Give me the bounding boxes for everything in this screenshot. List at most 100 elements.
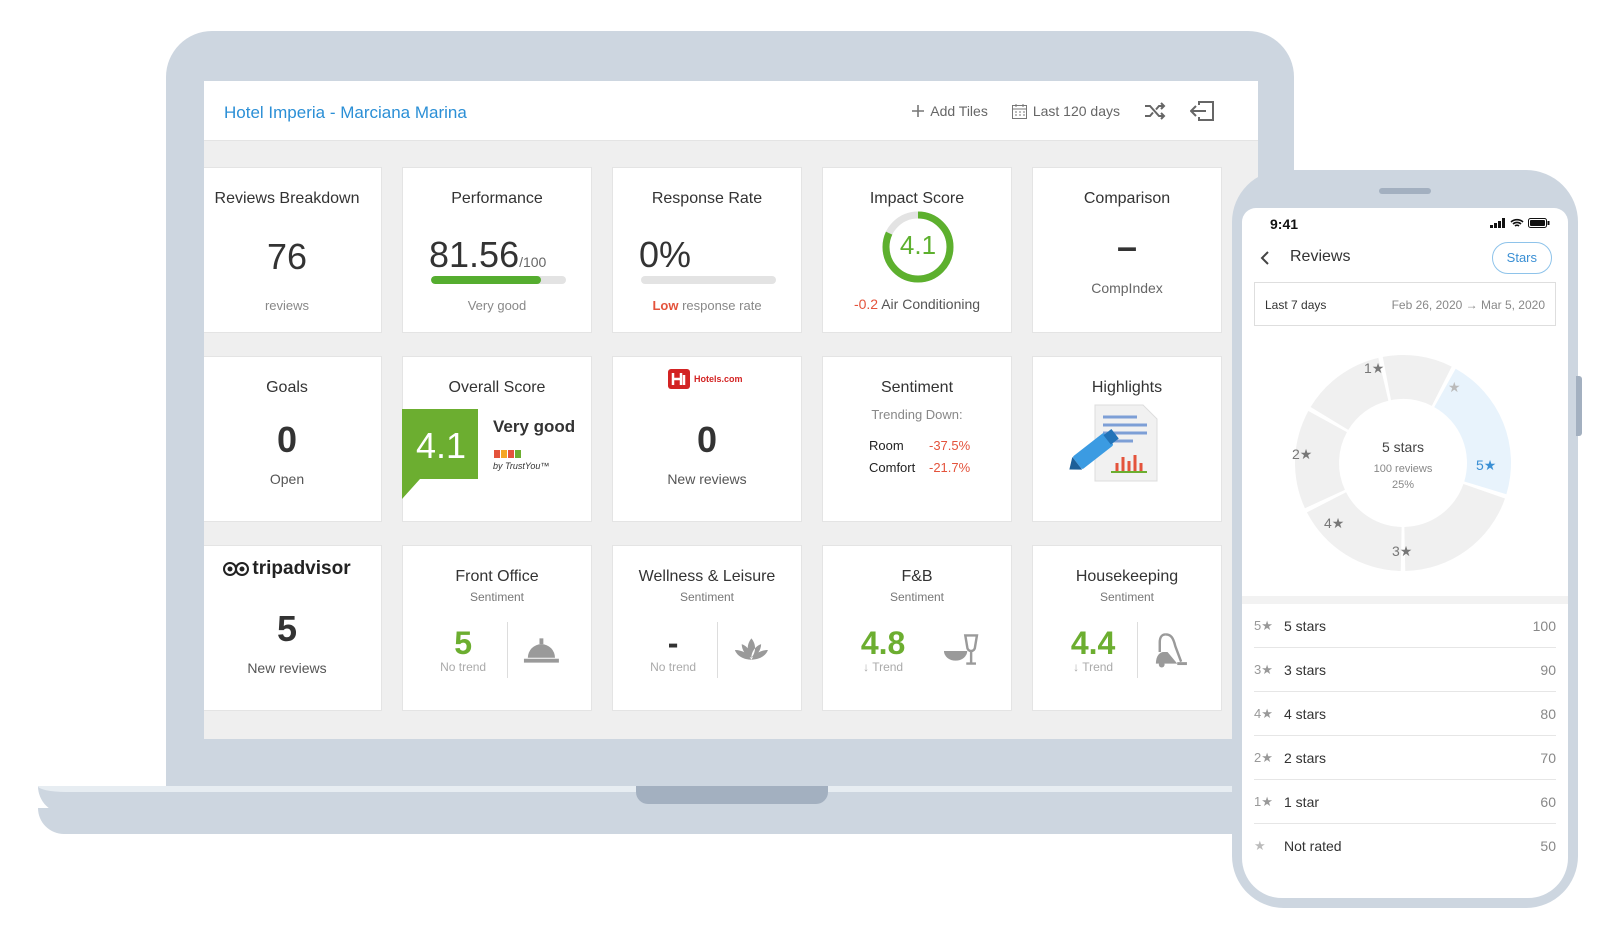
tile-performance[interactable]: Performance 81.56/100 Very good (402, 167, 592, 333)
rating-donut-chart[interactable]: 1★ ★ 5★ 3★ 4★ 2★ 5 stars 100 reviews 25% (1278, 338, 1528, 588)
trustyou-logo-icon (494, 450, 521, 458)
impact-score-caption: -0.2 Air Conditioning (823, 296, 1011, 312)
add-tiles-label: Add Tiles (930, 103, 988, 119)
housekeeping-trend: ↓ Trend (1063, 660, 1123, 674)
sentiment-subtitle: Trending Down: (871, 407, 963, 422)
tile-title: Highlights (1091, 379, 1163, 396)
segment-5-star[interactable] (1434, 368, 1511, 495)
response-rate-text: response rate (682, 298, 762, 313)
vacuum-cleaner-icon (1156, 633, 1188, 668)
tile-overall-score[interactable]: Overall Score 4.1 Very good by TrustYou™ (402, 356, 592, 522)
status-time: 9:41 (1270, 216, 1299, 232)
date-range-button[interactable]: Last 120 days (1011, 103, 1120, 119)
rating-count: 100 (1532, 618, 1556, 634)
tile-sentiment[interactable]: Sentiment Trending Down: Room -37.5% Comf… (822, 356, 1012, 522)
donut-label-5: 5★ (1476, 457, 1496, 473)
phone-separator (1242, 596, 1568, 604)
phone-screen: 9:41 Reviews Stars Last 7 days Feb 26, 2… (1242, 208, 1568, 898)
calendar-icon (1011, 103, 1027, 119)
tile-tripadvisor[interactable]: tripadvisor 5 New reviews (204, 545, 382, 711)
tripadvisor-logo: tripadvisor (204, 558, 381, 580)
housekeeping-value: 4.4 (1070, 625, 1116, 661)
period-selector[interactable]: Last 7 days Feb 26, 2020 → Mar 5, 2020 (1254, 282, 1556, 326)
divider (507, 622, 509, 678)
date-range-label: Last 120 days (1032, 103, 1120, 119)
tile-impact-score[interactable]: Impact Score 4.1 -0.2 Air Conditioning (822, 167, 1012, 333)
add-tiles-button[interactable]: Add Tiles (912, 103, 988, 119)
trend-down-arrow: ↓ (863, 660, 873, 674)
sentiment-row-value: -21.7% (929, 460, 971, 475)
tile-title: Front Office (455, 568, 539, 585)
segment-3-star[interactable] (1404, 484, 1505, 571)
comparison-caption: CompIndex (1091, 280, 1163, 296)
tile-title: Performance (451, 190, 543, 207)
tile-housekeeping[interactable]: Housekeeping Sentiment 4.4 ↓ Trend (1032, 545, 1222, 711)
tile-goals[interactable]: Goals 0 Open (204, 356, 382, 522)
tile-subtitle: Sentiment (679, 590, 735, 604)
tile-highlights[interactable]: Highlights (1032, 356, 1222, 522)
segment-4-star[interactable] (1306, 492, 1402, 571)
rating-label: 1 star (1284, 794, 1320, 810)
tile-fnb[interactable]: F&B Sentiment 4.8 ↓ Trend (822, 545, 1012, 711)
shuffle-icon[interactable] (1144, 102, 1166, 120)
fnb-trend-label: Trend (872, 660, 904, 674)
impact-topic: Air Conditioning (881, 296, 981, 312)
tile-title: F&B (901, 568, 933, 585)
tripadvisor-owl-icon (223, 562, 250, 576)
rating-label: 5 stars (1284, 618, 1327, 634)
front-office-value: 5 (454, 625, 472, 661)
donut-label-2: 2★ (1292, 446, 1312, 462)
rating-key: 2★ (1254, 750, 1273, 765)
stars-filter-button[interactable]: Stars (1491, 242, 1552, 274)
hotel-title[interactable]: Hotel Imperia - Marciana Marina (224, 103, 467, 123)
trend-down-arrow: ↓ (1073, 660, 1083, 674)
status-icons (1490, 218, 1550, 228)
tile-hotels-com[interactable]: Hotels.com 0 New reviews (612, 356, 802, 522)
rating-count: 70 (1540, 750, 1556, 766)
status-bar: 9:41 (1242, 208, 1568, 238)
divider (1137, 622, 1139, 678)
fnb-trend: ↓ Trend (853, 660, 913, 674)
rating-row-2[interactable]: 2★ 2 stars 70 (1254, 736, 1556, 780)
rating-row-1[interactable]: 1★ 1 star 60 (1254, 780, 1556, 824)
phone-side-button (1576, 376, 1582, 436)
tile-comparison[interactable]: Comparison – CompIndex (1032, 167, 1222, 333)
tile-response-rate[interactable]: Response Rate 0% Low response rate (612, 167, 802, 333)
tile-title: Reviews Breakdown (214, 190, 360, 207)
rating-row-not-rated[interactable]: ★ Not rated 50 (1254, 824, 1556, 868)
dashboard-topbar: Hotel Imperia - Marciana Marina Add Tile… (204, 81, 1258, 141)
lotus-icon (735, 638, 769, 660)
tile-subtitle: Sentiment (1099, 590, 1155, 604)
wifi-icon (1510, 218, 1524, 227)
performance-progress (431, 276, 566, 284)
top-actions: Add Tiles Last 120 days (912, 101, 1214, 121)
rating-row-3[interactable]: 3★ 3 stars 90 (1254, 648, 1556, 692)
donut-label-4: 4★ (1324, 515, 1344, 531)
housekeeping-score: 4.4 ↓ Trend (1063, 622, 1191, 678)
rating-count: 60 (1540, 794, 1556, 810)
divider (717, 622, 719, 678)
donut-label-3: 3★ (1392, 543, 1412, 559)
tile-front-office[interactable]: Front Office Sentiment 5 No trend (402, 545, 592, 711)
rating-row-4[interactable]: 4★ 4 stars 80 (1254, 692, 1556, 736)
logout-icon[interactable] (1190, 101, 1214, 121)
phone-title: Reviews (1290, 248, 1351, 265)
wellness-trend: No trend (650, 660, 697, 674)
fnb-value: 4.8 (860, 625, 906, 661)
donut-center-title: 5 stars (1382, 439, 1424, 455)
tile-title: Response Rate (651, 190, 763, 207)
reviews-caption: reviews (264, 298, 310, 313)
front-office-left: 5 No trend (433, 626, 493, 674)
sentiment-row: Comfort -21.7% (869, 457, 970, 479)
tile-reviews-breakdown[interactable]: Reviews Breakdown 76 reviews (204, 167, 382, 333)
response-rate-value: 0% (639, 234, 692, 275)
trustyou-brand: by TrustYou™ (493, 461, 550, 471)
housekeeping-trend-label: Trend (1082, 660, 1114, 674)
donut-label-not-rated: ★ (1448, 379, 1461, 395)
response-rate-progress (641, 276, 776, 284)
rating-row-5[interactable]: 5★ 5 stars 100 (1254, 604, 1556, 648)
back-arrow-icon[interactable] (1256, 248, 1276, 268)
tile-title: Housekeeping (1075, 568, 1179, 585)
tile-wellness[interactable]: Wellness & Leisure Sentiment - No trend (612, 545, 802, 711)
